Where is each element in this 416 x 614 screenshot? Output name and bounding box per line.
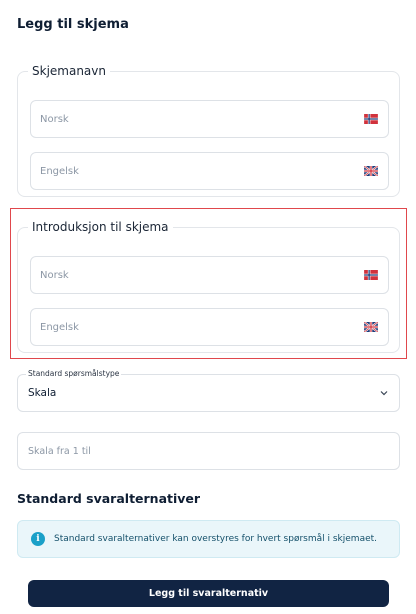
schema-name-norwegian-input[interactable]: Norsk xyxy=(30,100,389,138)
info-icon: i xyxy=(31,532,45,546)
schema-name-group: Skjemanavn Norsk Engelsk xyxy=(17,64,400,197)
schema-intro-highlight xyxy=(10,208,407,359)
add-answer-option-button[interactable]: Legg til svaralternativ xyxy=(28,580,389,607)
answer-options-title: Standard svaralternativer xyxy=(17,491,201,506)
question-type-value: Skala xyxy=(28,387,57,399)
info-text: Standard svaralternativer kan overstyres… xyxy=(54,534,378,544)
question-type-select[interactable]: Standard spørsmålstype Skala xyxy=(17,369,400,412)
norway-flag-icon xyxy=(364,114,378,124)
schema-name-legend: Skjemanavn xyxy=(32,64,106,78)
scale-placeholder: Skala fra 1 til xyxy=(28,445,91,457)
add-schema-dialog: Legg til skjema Skjemanavn Norsk Engelsk xyxy=(0,0,416,614)
info-alert: i Standard svaralternativer kan overstyr… xyxy=(17,520,400,558)
schema-name-english-placeholder: Engelsk xyxy=(40,165,79,177)
schema-name-english-input[interactable]: Engelsk xyxy=(30,152,389,190)
chevron-down-icon xyxy=(380,391,388,396)
uk-flag-icon xyxy=(364,166,378,176)
question-type-label: Standard spørsmålstype xyxy=(26,369,122,378)
schema-name-norwegian-placeholder: Norsk xyxy=(40,113,69,125)
dialog-title: Legg til skjema xyxy=(17,17,129,32)
scale-input[interactable]: Skala fra 1 til xyxy=(17,432,400,470)
